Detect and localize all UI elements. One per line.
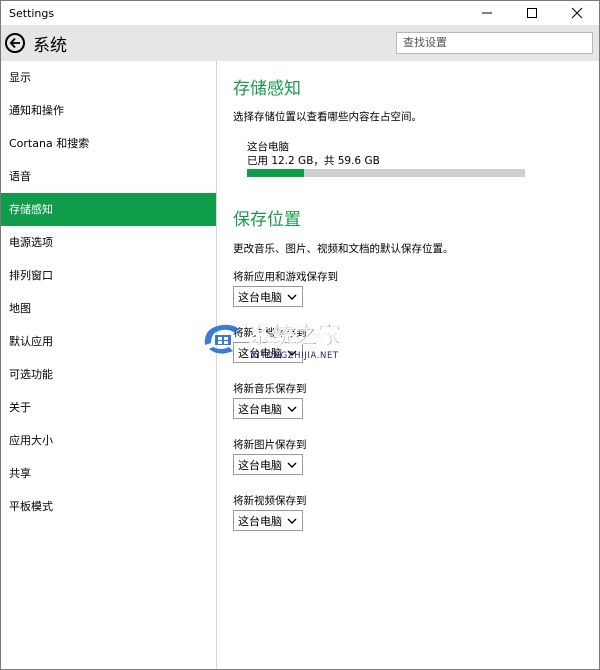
dropdown-value: 这台电脑 xyxy=(238,514,282,528)
chevron-down-icon xyxy=(287,518,297,524)
settings-window: Settings 系统 查找设置 显示 通知和操作 Cortana 和搜索 语音… xyxy=(0,0,600,670)
videos-save-dropdown[interactable]: 这台电脑 xyxy=(233,510,303,531)
sidebar-item-default-apps[interactable]: 默认应用 xyxy=(1,325,216,358)
sidebar-item-cortana[interactable]: Cortana 和搜索 xyxy=(1,127,216,160)
dropdown-value: 这台电脑 xyxy=(238,290,282,304)
search-input[interactable]: 查找设置 xyxy=(396,32,593,54)
sidebar-item-app-sizes[interactable]: 应用大小 xyxy=(1,424,216,457)
drive-usage-text: 已用 12.2 GB，共 59.6 GB xyxy=(247,155,380,167)
window-title: Settings xyxy=(9,6,55,20)
arrow-left-icon xyxy=(9,37,20,49)
sidebar-item-speech[interactable]: 语音 xyxy=(1,160,216,193)
sidebar-item-share[interactable]: 共享 xyxy=(1,457,216,490)
sidebar-item-tablet-mode[interactable]: 平板模式 xyxy=(1,490,216,523)
apps-save-dropdown[interactable]: 这台电脑 xyxy=(233,286,303,307)
main-content: 存储感知 选择存储位置以查看哪些内容在占空间。 这台电脑 已用 12.2 GB，… xyxy=(233,61,599,669)
sidebar-item-notifications[interactable]: 通知和操作 xyxy=(1,94,216,127)
watermark-logo: 系统之家 XITONGZHIJIA.NET xyxy=(204,322,341,361)
storage-description: 选择存储位置以查看哪些内容在占空间。 xyxy=(233,111,422,123)
pictures-save-label: 将新图片保存到 xyxy=(233,439,307,451)
dropdown-value: 这台电脑 xyxy=(238,458,282,472)
save-locations-title: 保存位置 xyxy=(233,210,301,230)
sidebar-item-multitasking[interactable]: 排列窗口 xyxy=(1,259,216,292)
music-save-dropdown[interactable]: 这台电脑 xyxy=(233,398,303,419)
sidebar-item-about[interactable]: 关于 xyxy=(1,391,216,424)
title-bar: Settings xyxy=(1,1,599,25)
sidebar-item-storage[interactable]: 存储感知 xyxy=(1,193,216,226)
chevron-down-icon xyxy=(287,462,297,468)
page-header: 系统 查找设置 xyxy=(1,25,599,61)
storage-usage-fill xyxy=(247,169,304,177)
maximize-button[interactable] xyxy=(509,1,554,25)
chevron-down-icon xyxy=(287,294,297,300)
drive-name: 这台电脑 xyxy=(247,141,289,153)
sidebar-item-maps[interactable]: 地图 xyxy=(1,292,216,325)
storage-usage-bar xyxy=(247,169,525,177)
back-button[interactable] xyxy=(5,33,25,53)
music-save-label: 将新音乐保存到 xyxy=(233,383,307,395)
watermark-name: 系统之家 xyxy=(249,322,341,349)
page-title: 系统 xyxy=(33,35,67,56)
storage-section-title: 存储感知 xyxy=(233,79,301,99)
close-icon xyxy=(571,7,582,19)
sidebar: 显示 通知和操作 Cortana 和搜索 语音 存储感知 电源选项 排列窗口 地… xyxy=(1,61,217,669)
videos-save-label: 将新视频保存到 xyxy=(233,495,307,507)
watermark-url: XITONGZHIJIA.NET xyxy=(251,351,339,361)
chevron-down-icon xyxy=(287,406,297,412)
save-locations-description: 更改音乐、图片、视频和文档的默认保存位置。 xyxy=(233,243,454,255)
dropdown-value: 这台电脑 xyxy=(238,402,282,416)
close-button[interactable] xyxy=(554,1,599,25)
sidebar-item-display[interactable]: 显示 xyxy=(1,61,216,94)
minimize-button[interactable] xyxy=(464,1,509,25)
maximize-icon xyxy=(526,8,537,18)
sidebar-item-power[interactable]: 电源选项 xyxy=(1,226,216,259)
minimize-icon xyxy=(481,12,492,14)
pictures-save-dropdown[interactable]: 这台电脑 xyxy=(233,454,303,475)
apps-save-label: 将新应用和游戏保存到 xyxy=(233,271,338,283)
sidebar-item-optional-features[interactable]: 可选功能 xyxy=(1,358,216,391)
